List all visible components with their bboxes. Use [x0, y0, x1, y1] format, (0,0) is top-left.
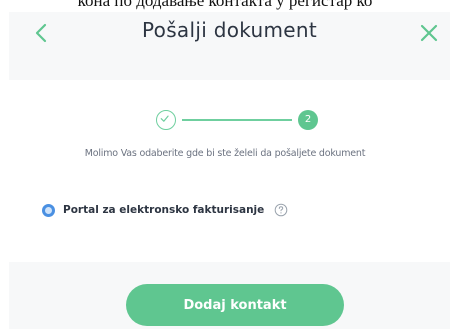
radio-button-selected[interactable]	[42, 203, 55, 217]
check-icon	[160, 115, 169, 122]
option-label[interactable]: Portal za elektronsko fakturisanje	[63, 204, 264, 216]
destination-option-portal[interactable]: Portal za elektronsko fakturisanje	[42, 202, 288, 218]
dialog-header: Pošalji dokument	[9, 12, 450, 80]
close-icon[interactable]	[418, 22, 440, 44]
step-2-current: 2	[298, 110, 318, 130]
progress-stepper: 2	[156, 110, 318, 130]
step-connector	[182, 119, 292, 121]
instruction-text: Molimo Vas odaberite gde bi ste želeli d…	[84, 148, 366, 159]
background-text-fragment: кона по додавање контакта у регистар ко	[77, 0, 373, 10]
question-circle-icon[interactable]	[274, 203, 288, 217]
dialog-footer: Dodaj kontakt	[9, 262, 450, 329]
dialog-title: Pošalji dokument	[142, 18, 317, 42]
step-1-completed	[156, 110, 176, 130]
add-contact-button[interactable]: Dodaj kontakt	[126, 284, 344, 326]
